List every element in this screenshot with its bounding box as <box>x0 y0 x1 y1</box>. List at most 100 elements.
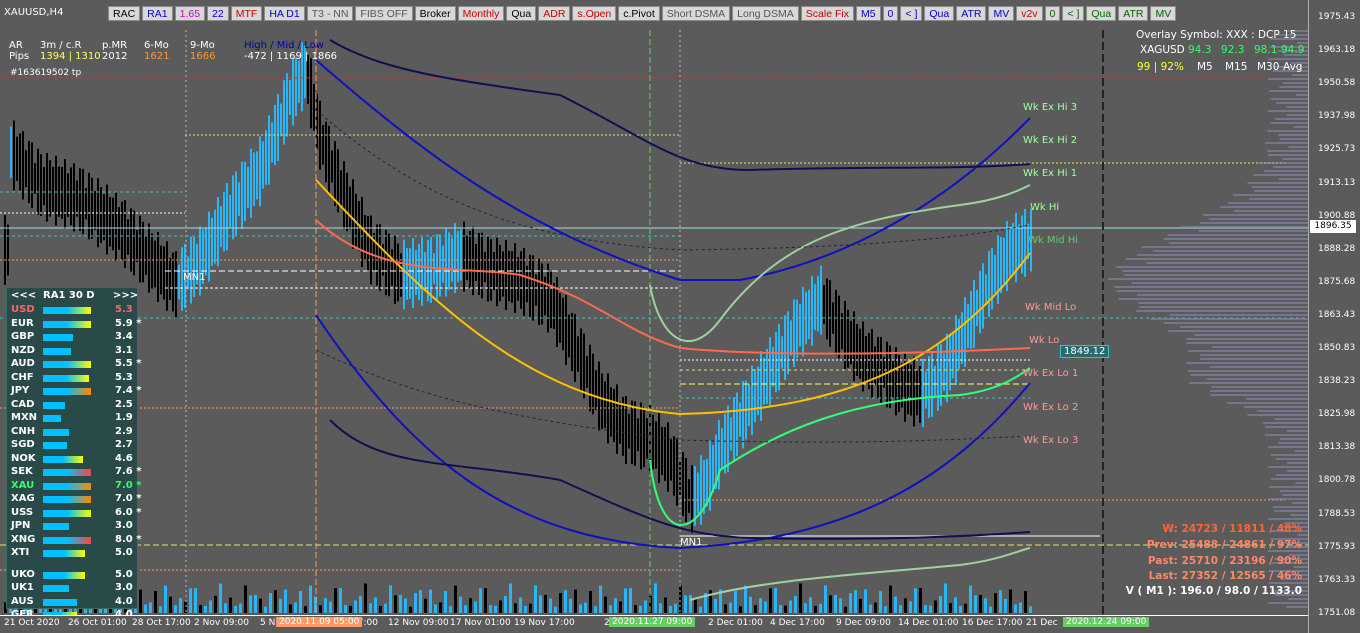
currency-symbol: XTI <box>11 547 30 558</box>
volume-profile-bar <box>1202 214 1308 216</box>
volume-profile-bar <box>1219 206 1308 208</box>
volume-bar <box>529 603 532 613</box>
toolbar-button-8[interactable]: Broker <box>414 6 456 21</box>
candle <box>46 152 48 222</box>
toolbar-button-19[interactable]: < ] <box>900 6 923 21</box>
volume-profile-bar <box>1267 466 1308 468</box>
volume-bar <box>829 595 832 613</box>
candle <box>511 251 513 303</box>
overlay-v4: 94.9 <box>1281 44 1305 56</box>
candle <box>148 223 150 293</box>
toolbar-button-12[interactable]: s.Open <box>572 6 617 21</box>
candle <box>802 286 804 357</box>
candle <box>826 278 828 340</box>
strength-bar <box>43 469 91 476</box>
strength-bar <box>43 428 69 436</box>
volume-profile-bar <box>1247 182 1308 184</box>
overlay-tf-avg[interactable]: Avg <box>1283 61 1302 73</box>
toolbar-button-9[interactable]: Monthly <box>457 6 505 21</box>
candle <box>811 275 813 346</box>
toolbar-button-4[interactable]: MTF <box>230 6 263 21</box>
volume-profile-bar <box>1190 374 1308 376</box>
order-ticket[interactable]: #163619502 tp <box>10 68 81 78</box>
strength-bar <box>43 571 85 579</box>
candle <box>94 191 96 230</box>
volume-bar <box>564 590 567 613</box>
candle <box>565 295 567 365</box>
toolbar-button-10[interactable]: Qua <box>506 6 537 21</box>
overlay-tf-m5[interactable]: M5 <box>1197 61 1213 73</box>
candle <box>409 248 411 299</box>
toolbar-button-15[interactable]: Long DSMA <box>732 6 799 21</box>
volume-bar <box>994 593 997 613</box>
candle <box>916 370 918 416</box>
overlay-tf-m15[interactable]: M15 <box>1225 61 1247 73</box>
toolbar-button-22[interactable]: MV <box>988 6 1015 21</box>
volume-bar <box>449 606 452 613</box>
candle <box>994 254 996 294</box>
time-tick: 19 Nov 17:00 <box>514 618 575 628</box>
time-tick: 2 Nov 09:00 <box>194 618 249 628</box>
toolbar-button-17[interactable]: M5 <box>855 6 881 21</box>
toolbar-button-18[interactable]: 0 <box>882 6 899 21</box>
toolbar-button-1[interactable]: RA1 <box>142 6 173 21</box>
toolbar-button-21[interactable]: ATR <box>956 6 987 21</box>
toolbar-button-5[interactable]: HA D1 <box>264 6 305 21</box>
volume-profile-bar <box>1291 74 1308 76</box>
volume-bar <box>814 606 817 613</box>
volume-bar <box>489 605 492 613</box>
candle <box>769 337 771 407</box>
panel-prev-button[interactable]: <<< <box>11 290 36 301</box>
volume-bar <box>889 585 892 613</box>
pips-label: Pips <box>9 51 30 62</box>
volume-bar <box>779 605 782 613</box>
candle <box>175 251 177 319</box>
strength-bar <box>43 536 91 544</box>
volume-bar <box>384 603 387 613</box>
candle <box>919 366 921 423</box>
toolbar-button-27[interactable]: ATR <box>1118 6 1149 21</box>
volume-bar <box>399 594 402 613</box>
volume-bar <box>424 598 427 613</box>
panel-next-button[interactable]: >>> <box>113 290 138 301</box>
time-tick: 9 Dec 09:00 <box>836 618 891 628</box>
candle <box>298 60 300 103</box>
volume-profile-bar <box>1286 114 1308 116</box>
price-chart[interactable] <box>0 0 1308 633</box>
candle <box>979 270 981 334</box>
toolbar-button-24[interactable]: 0 <box>1044 6 1061 21</box>
toolbar-button-7[interactable]: FIBS OFF <box>355 6 413 21</box>
volume-profile-bar <box>1270 454 1308 456</box>
candle <box>442 245 444 283</box>
volume-profile-bar <box>1108 278 1308 280</box>
volume-profile-bar <box>1267 130 1308 132</box>
toolbar-button-23[interactable]: v2v <box>1016 6 1043 21</box>
time-marker-tag: 2020.12.24 09:00 <box>1063 617 1150 627</box>
toolbar-button-26[interactable]: Qua <box>1086 6 1117 21</box>
toolbar-button-14[interactable]: Short DSMA <box>661 6 731 21</box>
toolbar-button-16[interactable]: Scale Fix <box>800 6 854 21</box>
toolbar-button-6[interactable]: T3 - NN <box>306 6 354 21</box>
toolbar-button-25[interactable]: < ] <box>1062 6 1085 21</box>
toolbar-button-13[interactable]: c.Pivot <box>618 6 660 21</box>
toolbar-button-11[interactable]: ADR <box>538 6 571 21</box>
strength-value: 5.0 <box>115 547 133 558</box>
toolbar-button-2[interactable]: 1.65 <box>174 6 206 21</box>
toolbar-button-0[interactable]: RAC <box>108 6 141 21</box>
volume-bar <box>484 588 487 613</box>
high-mid-low-value: -472 | 1169 | 1866 <box>244 51 338 62</box>
candle <box>391 249 393 286</box>
candle <box>10 126 12 178</box>
volume-profile-bar <box>1186 342 1308 344</box>
overlay-tf-m30[interactable]: M30 <box>1257 61 1279 73</box>
volume-profile-bar <box>1124 274 1308 276</box>
candle <box>478 232 480 296</box>
volume-profile-bar <box>1169 314 1308 316</box>
toolbar-button-3[interactable]: 22 <box>207 6 229 21</box>
strength-value: 7.6 * <box>115 466 142 477</box>
candle <box>508 250 510 302</box>
toolbar-button-28[interactable]: MV <box>1150 6 1177 21</box>
toolbar-button-20[interactable]: Qua <box>924 6 955 21</box>
candle <box>1012 222 1014 276</box>
volume-bar <box>359 595 362 613</box>
